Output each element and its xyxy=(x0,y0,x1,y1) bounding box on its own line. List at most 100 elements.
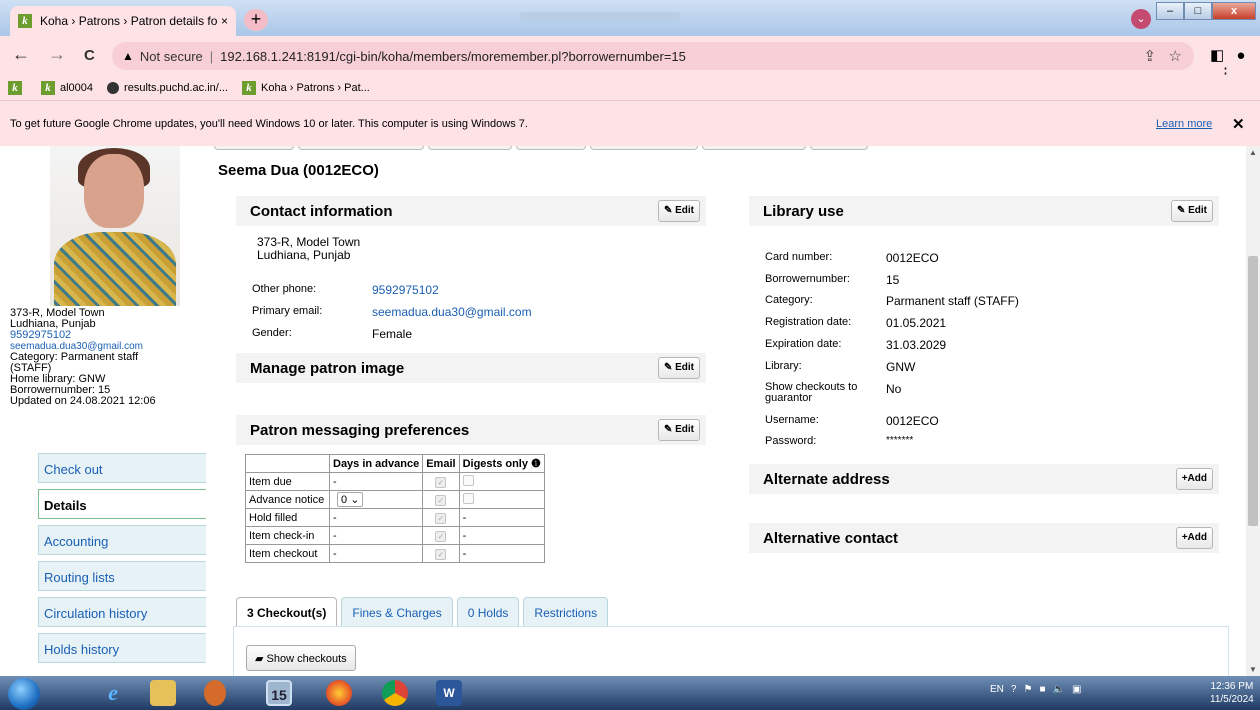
email-checkbox: ✓ xyxy=(435,512,447,524)
sidebar-updated: Updated on 24.08.2021 12:06 xyxy=(10,395,156,407)
address-bar[interactable]: ▲ Not secure | 192.168.1.241:8191/cgi-bi… xyxy=(112,42,1194,70)
sidebar-category: Category: Parmanent staff (STAFF) xyxy=(10,351,139,374)
toolbar-button[interactable] xyxy=(702,146,806,150)
update-infobar: To get future Google Chrome updates, you… xyxy=(0,100,1260,146)
volume-icon[interactable]: 🔈 xyxy=(1052,684,1064,695)
security-label: Not secure xyxy=(139,48,203,64)
close-window-icon[interactable]: x xyxy=(1212,2,1256,20)
tab-checkouts[interactable]: 3 Checkout(s) xyxy=(236,597,338,627)
toolbar-button[interactable] xyxy=(214,146,294,150)
contact-edit-button[interactable]: ✎ Edit xyxy=(657,200,700,222)
media-player-icon[interactable] xyxy=(204,680,226,706)
tab-fines[interactable]: Fines & Charges xyxy=(341,597,453,627)
learn-more-link[interactable]: Learn more xyxy=(1156,118,1212,130)
alt-address-add-button[interactable]: +Add xyxy=(1175,468,1213,490)
alt-contact-section: Alternative contact +Add xyxy=(749,523,1219,553)
digest-checkbox xyxy=(462,474,474,486)
manage-image-edit-button[interactable]: ✎ Edit xyxy=(657,357,700,379)
info-icon[interactable]: ❶ xyxy=(531,458,541,470)
tab-panel: ▰ Show checkouts xyxy=(233,626,1229,676)
toolbar-button[interactable] xyxy=(298,146,424,150)
menu-accounting[interactable]: Accounting xyxy=(38,525,206,555)
manage-image-heading: Manage patron image ✎ Edit xyxy=(236,353,706,383)
messaging-section: Patron messaging preferences ✎ Edit xyxy=(236,415,706,445)
toolbar-button[interactable] xyxy=(516,146,586,150)
scroll-up-icon[interactable]: ▲ xyxy=(1249,148,1257,157)
help-icon[interactable]: ? xyxy=(1011,684,1017,695)
table-header-row: Days in advance Email Digests only ❶ xyxy=(245,454,545,473)
manage-image-section: Manage patron image ✎ Edit xyxy=(236,353,706,383)
menu-circulation-history[interactable]: Circulation history xyxy=(38,597,206,627)
show-checkouts-button[interactable]: ▰ Show checkouts xyxy=(246,645,356,671)
checkout-tabs: 3 Checkout(s) Fines & Charges 0 Holds Re… xyxy=(236,597,612,627)
word-icon[interactable]: W xyxy=(436,680,462,706)
bookmarks-bar: k k al0004 results.puchd.ac.in/... k Koha … xyxy=(0,76,1260,100)
tally-app-icon[interactable]: 15 xyxy=(266,680,292,706)
scroll-down-icon[interactable]: ▼ xyxy=(1249,665,1257,674)
bookmark-koha-1[interactable]: k xyxy=(8,81,27,95)
sidepanel-icon[interactable]: ◧ xyxy=(1210,47,1224,64)
menu-check-out[interactable]: Check out xyxy=(38,453,206,483)
library-use-section: Library use ✎ Edit xyxy=(749,196,1219,226)
pencil-icon: ✎ xyxy=(663,205,673,216)
language-indicator[interactable]: EN xyxy=(990,684,1004,695)
table-row: Item check-in - ✓ - xyxy=(245,526,545,545)
toolbar-button[interactable] xyxy=(810,146,868,150)
tab-holds[interactable]: 0 Holds xyxy=(456,597,520,627)
file-explorer-icon[interactable] xyxy=(150,680,176,706)
patron-photo xyxy=(50,146,180,306)
patron-side-menu: Check out Details Accounting Routing lis… xyxy=(38,453,206,669)
menu-details[interactable]: Details xyxy=(38,489,206,519)
maximize-icon[interactable]: □ xyxy=(1184,2,1212,20)
page-scrollbar[interactable]: ▲ ▼ xyxy=(1246,146,1260,676)
forward-icon[interactable]: → xyxy=(48,44,66,65)
patron-toolbar-buttons xyxy=(214,146,872,150)
share-star-icons[interactable]: ⇪ ☆ xyxy=(1143,47,1182,65)
system-clock[interactable]: 12:36 PM 11/5/2024 xyxy=(1210,680,1254,706)
tab-search-icon[interactable]: ⌄ xyxy=(1131,9,1151,29)
warning-triangle-icon: ▲ xyxy=(122,49,134,63)
back-icon[interactable]: ← xyxy=(12,44,30,65)
profile-icon[interactable]: ● xyxy=(1236,47,1245,64)
antivirus-icon[interactable]: ■ xyxy=(1039,684,1045,695)
infobar-close-icon[interactable]: ✕ xyxy=(1232,115,1245,133)
bookmark-koha-patrons[interactable]: k Koha › Patrons › Pat... xyxy=(242,81,370,95)
tray-app-icon[interactable]: ⚑ xyxy=(1023,684,1032,695)
new-tab-button[interactable]: + xyxy=(244,9,268,31)
window-controls: – □ x xyxy=(1156,2,1256,20)
alt-contact-heading: Alternative contact +Add xyxy=(749,523,1219,553)
reload-icon[interactable]: C xyxy=(84,47,95,64)
sidebar-phone-link[interactable]: 9592975102 xyxy=(10,330,210,341)
browser-tab-koha[interactable]: k Koha › Patrons › Patron details fo × xyxy=(10,6,236,36)
toolbar-button[interactable] xyxy=(590,146,698,150)
windows-taskbar: e 15 W EN ? ⚑ ■ 🔈 ▣ 12:36 PM 11/5/2024 xyxy=(0,676,1260,710)
alt-contact-add-button[interactable]: +Add xyxy=(1175,527,1213,549)
tab-restrictions[interactable]: Restrictions xyxy=(523,597,609,627)
minimize-icon[interactable]: – xyxy=(1156,2,1184,20)
library-use-edit-button[interactable]: ✎ Edit xyxy=(1170,200,1213,222)
firefox-icon[interactable] xyxy=(326,680,352,706)
contact-section: Contact information ✎ Edit xyxy=(236,196,706,226)
bookmark-al0004[interactable]: k al0004 xyxy=(41,81,93,95)
bookmark-results[interactable]: results.puchd.ac.in/... xyxy=(107,82,228,94)
messaging-edit-button[interactable]: ✎ Edit xyxy=(657,419,700,441)
infobar-message: To get future Google Chrome updates, you… xyxy=(10,118,528,130)
menu-routing-lists[interactable]: Routing lists xyxy=(38,561,206,591)
tab-title: Koha › Patrons › Patron details fo xyxy=(40,14,217,28)
url-text: 192.168.1.241:8191/cgi-bin/koha/members/… xyxy=(220,48,686,64)
koha-favicon-icon: k xyxy=(242,81,256,95)
patron-brief-info: 373-R, Model Town Ludhiana, Punjab 95929… xyxy=(10,308,210,407)
koha-favicon-icon: k xyxy=(41,81,55,95)
chrome-icon[interactable] xyxy=(382,680,408,706)
pencil-icon: ✎ xyxy=(663,424,673,435)
toolbar-button[interactable] xyxy=(428,146,512,150)
tab-close-icon[interactable]: × xyxy=(221,14,228,28)
table-row: Hold filled - ✓ - xyxy=(245,508,545,527)
network-icon[interactable]: ▣ xyxy=(1072,684,1081,695)
internet-explorer-icon[interactable]: e xyxy=(100,680,126,706)
scrollbar-thumb[interactable] xyxy=(1248,256,1258,526)
menu-holds-history[interactable]: Holds history xyxy=(38,633,206,663)
start-button[interactable] xyxy=(8,678,40,710)
digest-checkbox xyxy=(462,492,474,504)
alt-address-section: Alternate address +Add xyxy=(749,464,1219,494)
